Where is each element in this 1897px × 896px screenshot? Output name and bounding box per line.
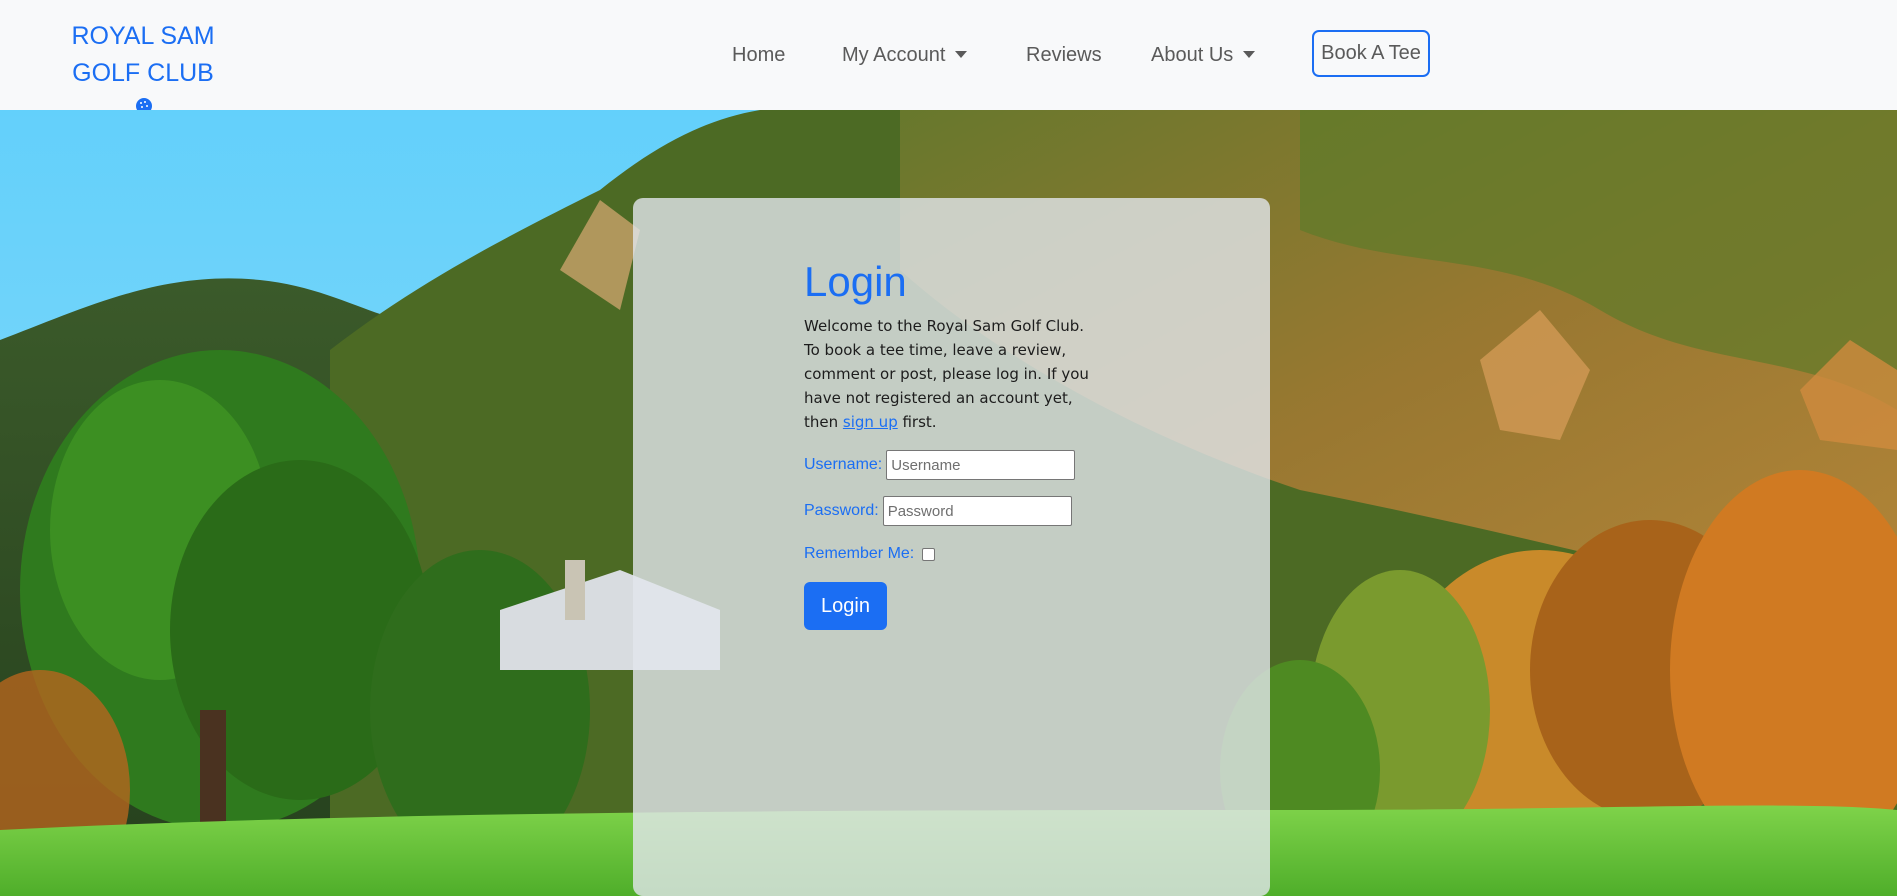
nav-about-us-dropdown[interactable]: About Us (1151, 30, 1256, 80)
caret-down-icon (1243, 51, 1256, 58)
login-submit-button[interactable]: Login (804, 582, 887, 630)
username-label: Username: (804, 456, 883, 473)
password-row: Password: (804, 496, 1072, 526)
brand-line-2: GOLF CLUB (72, 59, 214, 87)
book-a-tee-label: Book A Tee (1321, 42, 1421, 64)
nav-home-label: Home (732, 44, 786, 66)
intro-tail: first. (897, 413, 937, 431)
remember-me-checkbox[interactable] (922, 547, 936, 561)
username-input[interactable] (886, 450, 1076, 480)
password-input[interactable] (882, 496, 1072, 526)
nav-my-account-dropdown[interactable]: My Account (842, 30, 968, 80)
nav-reviews[interactable]: Reviews (1026, 30, 1102, 80)
login-intro-text: Welcome to the Royal Sam Golf Club. To b… (804, 314, 1104, 434)
navbar: ROYAL SAM GOLF CLUB Home My Account Revi… (0, 0, 1897, 121)
remember-me-label: Remember Me: (804, 545, 915, 562)
nav-my-account-label: My Account (842, 44, 946, 66)
login-heading: Login (804, 258, 907, 305)
username-row: Username: (804, 450, 1076, 480)
nav-home[interactable]: Home (732, 30, 785, 80)
password-label: Password: (804, 502, 879, 519)
login-card (633, 198, 1270, 896)
remember-me-row: Remember Me: (804, 539, 936, 569)
nav-reviews-label: Reviews (1026, 44, 1102, 66)
nav-about-us-label: About Us (1151, 44, 1234, 66)
caret-down-icon (955, 51, 968, 58)
sign-up-link[interactable]: sign up (843, 413, 898, 431)
brand-line-1: ROYAL SAM (71, 22, 215, 50)
book-a-tee-button[interactable]: Book A Tee (1312, 30, 1430, 77)
